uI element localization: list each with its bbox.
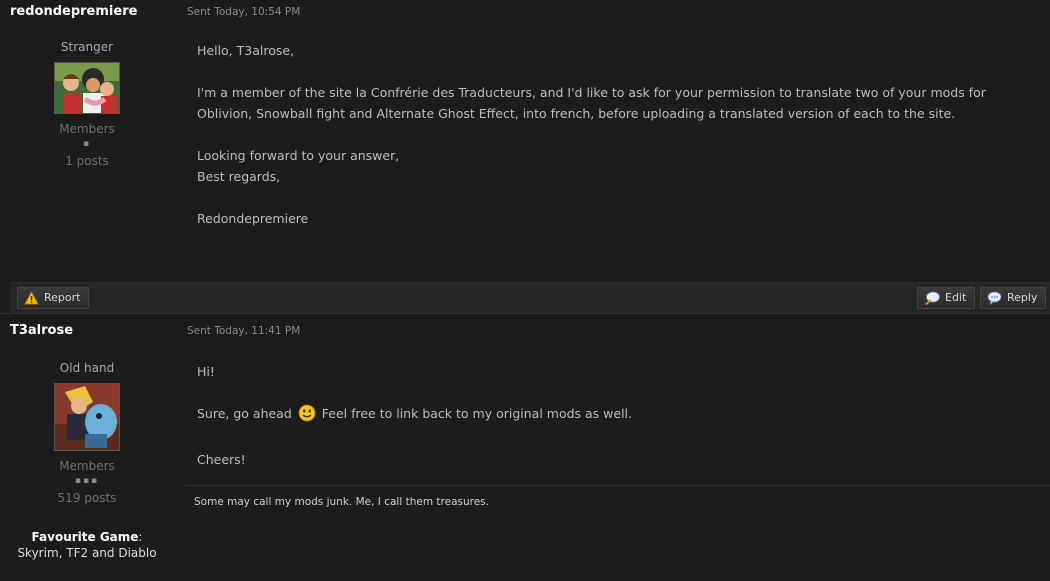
signature: Some may call my mods junk. Me, I call t…: [194, 496, 489, 508]
warning-icon: [24, 291, 39, 305]
body-line: Hi!: [197, 364, 215, 379]
body-text: Sure, go ahead: [197, 406, 292, 421]
signature-divider: [185, 485, 1050, 486]
post-date: Sent Today, 11:41 PM: [187, 325, 301, 337]
author-info: Old hand Members ▪▪▪ 519 posts Favourite…: [0, 361, 174, 561]
member-group: Members: [59, 459, 115, 473]
custom-field-label: Favourite Game: [31, 530, 139, 544]
reply-button[interactable]: Reply: [980, 287, 1047, 309]
post-header: T3alrose Sent Today, 11:41 PM: [0, 319, 1050, 347]
reply-icon: [987, 291, 1002, 305]
post-separator: [0, 313, 1050, 314]
body-line: Looking forward to your answer,: [197, 148, 400, 163]
edit-label: Edit: [945, 291, 967, 304]
body-line: I'm a member of the site la Confrérie de…: [197, 85, 986, 100]
author-name[interactable]: redondepremiere: [10, 4, 137, 19]
message-post-2: T3alrose Sent Today, 11:41 PM Old hand M…: [0, 319, 1050, 581]
edit-icon: [924, 291, 940, 305]
avatar[interactable]: [54, 62, 120, 114]
body-line: Hello, T3alrose,: [197, 43, 295, 58]
post-content: Hi! Sure, go ahead Feel free to link bac…: [197, 361, 1027, 470]
edit-button[interactable]: Edit: [917, 287, 976, 309]
post-action-bar: Report Edit Reply: [10, 282, 1050, 314]
rank-pips: ▪▪▪: [74, 476, 100, 486]
custom-field-value: Skyrim, TF2 and Diablo: [17, 546, 157, 560]
avatar[interactable]: [54, 383, 120, 451]
post-count: 519 posts: [57, 491, 117, 505]
custom-field-colon: :: [138, 530, 143, 544]
author-name[interactable]: T3alrose: [10, 323, 73, 338]
member-rank: Old hand: [59, 361, 115, 375]
body-line: Cheers!: [197, 452, 246, 467]
post-content: Hello, T3alrose, I'm a member of the sit…: [197, 40, 1027, 229]
body-line: Sure, go ahead Feel free to link back to…: [197, 403, 1027, 428]
post-date: Sent Today, 10:54 PM: [187, 6, 301, 18]
body-line: Best regards,: [197, 169, 281, 184]
favourite-game-field: Favourite Game: Skyrim, TF2 and Diablo: [0, 529, 174, 561]
author-info: Stranger Members ▪ 1 posts: [0, 40, 174, 168]
report-label: Report: [44, 291, 81, 304]
post-header: redondepremiere Sent Today, 10:54 PM: [0, 0, 1050, 28]
rank-pips: ▪: [82, 139, 92, 149]
body-line: Oblivion, Snowball fight and Alternate G…: [197, 106, 956, 121]
member-rank: Stranger: [60, 40, 114, 54]
reply-label: Reply: [1007, 291, 1038, 304]
body-line: Redondepremiere: [197, 211, 309, 226]
post-count: 1 posts: [65, 154, 109, 168]
smiley-icon: [298, 404, 316, 428]
report-button[interactable]: Report: [17, 287, 90, 309]
body-text: Feel free to link back to my original mo…: [321, 406, 632, 421]
member-group: Members: [59, 122, 115, 136]
message-post-1: redondepremiere Sent Today, 10:54 PM Str…: [0, 0, 1050, 314]
